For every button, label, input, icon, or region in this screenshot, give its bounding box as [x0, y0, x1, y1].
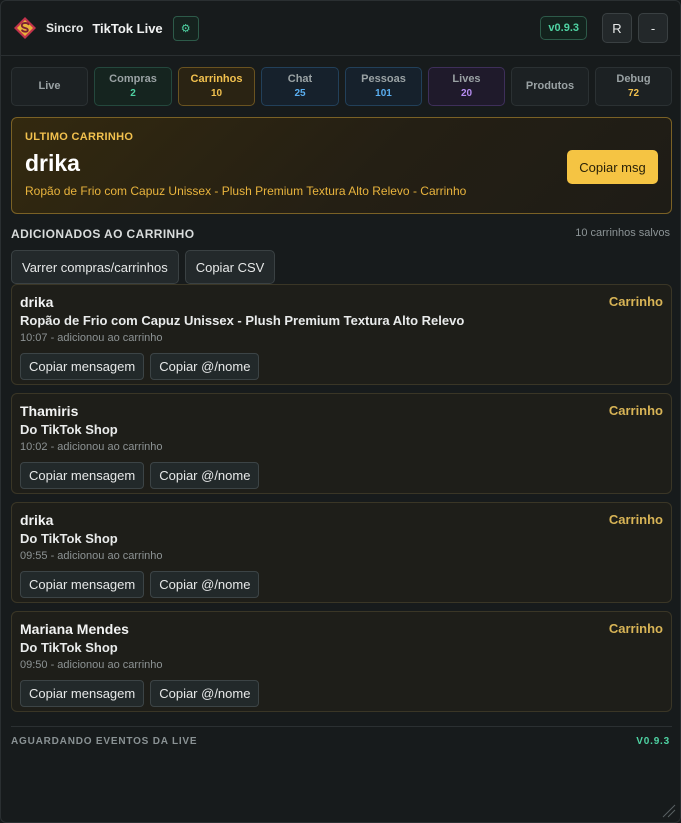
cart-item-product: Do TikTok Shop	[20, 422, 118, 437]
cart-item-meta: 09:55 - adicionou ao carrinho	[20, 550, 163, 562]
tab-lives[interactable]: Lives 20	[428, 67, 505, 106]
copy-message-button[interactable]: Copiar mensagem	[20, 680, 145, 707]
header: Sincro TikTok Live ⚙ v0.9.3 R -	[1, 1, 680, 56]
tab-label: Pessoas	[361, 73, 406, 85]
copy-name-button[interactable]: Copiar @/nome	[150, 680, 260, 707]
tab-carrinhos[interactable]: Carrinhos 10	[178, 67, 255, 106]
tab-produtos[interactable]: Produtos	[511, 67, 589, 106]
tab-compras[interactable]: Compras 2	[94, 67, 172, 106]
last-cart-product: Ropão de Frio com Capuz Unissex - Plush …	[25, 184, 467, 198]
cart-item-actions: Copiar mensagem Copiar @/nome	[20, 462, 663, 489]
cart-item-product: Ropão de Frio com Capuz Unissex - Plush …	[20, 313, 465, 328]
tab-bar: Live Compras 2 Carrinhos 10 Chat 25 Pess…	[11, 67, 672, 106]
tab-count: 20	[460, 88, 473, 99]
tab-label: Chat	[287, 73, 313, 85]
copy-message-button[interactable]: Copiar mensagem	[20, 571, 145, 598]
cart-item-product: Do TikTok Shop	[20, 531, 118, 546]
tab-count: 25	[294, 88, 306, 99]
app-window: Sincro TikTok Live ⚙ v0.9.3 R - Live Com…	[0, 0, 681, 823]
cart-item-tag: Carrinho	[608, 294, 663, 309]
brand-name: Sincro	[46, 21, 84, 35]
section-title: ADICIONADOS AO CARRINHO	[11, 227, 195, 241]
cart-item-name: Mariana Mendes	[20, 621, 129, 637]
cart-item-meta: 10:07 - adicionou ao carrinho	[20, 332, 163, 344]
footer-divider	[11, 726, 672, 727]
last-cart-eyebrow: ULTIMO CARRINHO	[25, 131, 134, 143]
gear-icon: ⚙	[180, 22, 191, 35]
cart-item-meta: 09:50 - adicionou ao carrinho	[20, 659, 163, 671]
tab-label: Produtos	[525, 80, 575, 92]
tab-debug[interactable]: Debug 72	[595, 67, 672, 106]
cart-item-meta: 10:02 - adicionou ao carrinho	[20, 441, 163, 453]
tab-live[interactable]: Live	[11, 67, 88, 106]
tab-count: 101	[375, 88, 392, 99]
cart-item: drika Carrinho Do TikTok Shop 09:55 - ad…	[11, 502, 672, 603]
copy-message-button[interactable]: Copiar mensagem	[20, 353, 145, 380]
last-cart-name: drika	[25, 150, 80, 176]
copy-msg-button[interactable]: Copiar msg	[567, 150, 658, 184]
last-cart-card: ULTIMO CARRINHO drika Ropão de Frio com …	[11, 117, 672, 214]
settings-button[interactable]: ⚙	[172, 15, 199, 41]
cart-item: drika Carrinho Ropão de Frio com Capuz U…	[11, 284, 672, 385]
tab-chat[interactable]: Chat 25	[261, 67, 339, 106]
cart-item-actions: Copiar mensagem Copiar @/nome	[20, 571, 663, 598]
copy-name-button[interactable]: Copiar @/nome	[150, 353, 260, 380]
footer-version: V0.9.3	[636, 736, 670, 747]
app-title: TikTok Live	[92, 20, 163, 36]
version-badge: v0.9.3	[540, 16, 587, 40]
cart-item-tag: Carrinho	[608, 403, 663, 418]
tab-label: Compras	[109, 73, 157, 85]
minimize-button[interactable]: -	[638, 13, 668, 43]
copy-message-button[interactable]: Copiar mensagem	[20, 462, 145, 489]
tab-label: Live	[38, 80, 61, 92]
reload-button[interactable]: R	[602, 13, 632, 43]
footer-status: AGUARDANDO EVENTOS DA LIVE	[11, 736, 198, 747]
copy-name-button[interactable]: Copiar @/nome	[150, 462, 260, 489]
saved-count: 10 carrinhos salvos	[575, 227, 670, 239]
cart-item-product: Do TikTok Shop	[20, 640, 118, 655]
cart-item-actions: Copiar mensagem Copiar @/nome	[20, 353, 663, 380]
tab-label: Lives	[452, 73, 481, 85]
sincro-logo-icon	[14, 17, 36, 39]
resize-grip-icon[interactable]	[660, 802, 676, 818]
tab-count: 10	[210, 88, 223, 99]
cart-item: Thamiris Carrinho Do TikTok Shop 10:02 -…	[11, 393, 672, 494]
tab-count: 72	[627, 88, 640, 99]
section-actions: Varrer compras/carrinhos Copiar CSV	[11, 250, 281, 284]
tab-label: Debug	[616, 73, 651, 85]
copy-csv-button[interactable]: Copiar CSV	[184, 250, 276, 284]
copy-name-button[interactable]: Copiar @/nome	[150, 571, 260, 598]
cart-item-tag: Carrinho	[608, 512, 663, 527]
cart-item-tag: Carrinho	[608, 621, 663, 636]
tab-label: Carrinhos	[190, 73, 243, 85]
tab-pessoas[interactable]: Pessoas 101	[345, 67, 422, 106]
cart-item-name: drika	[20, 512, 54, 528]
cart-item-name: Thamiris	[20, 403, 79, 419]
tab-count: 2	[130, 88, 136, 99]
cart-item-actions: Copiar mensagem Copiar @/nome	[20, 680, 663, 707]
scan-carts-button[interactable]: Varrer compras/carrinhos	[11, 250, 179, 284]
cart-item: Mariana Mendes Carrinho Do TikTok Shop 0…	[11, 611, 672, 712]
cart-item-name: drika	[20, 294, 54, 310]
